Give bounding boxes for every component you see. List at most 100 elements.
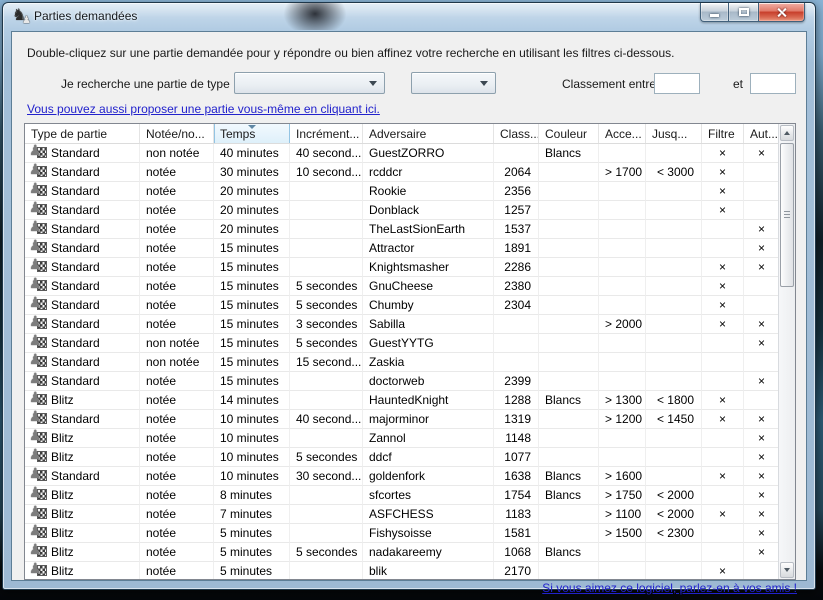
column-header-jusq[interactable]: Jusq... xyxy=(646,124,702,144)
cell-acce xyxy=(599,201,646,220)
cell-class: 2380 xyxy=(494,277,539,296)
table-row[interactable]: ♟Standardnotée15 minutesKnightsmasher228… xyxy=(25,258,778,277)
cell-acce: > 1200 xyxy=(599,410,646,429)
cell-filtre xyxy=(702,220,744,239)
table-row[interactable]: ♟Blitznotée7 minutesASFCHESS1183> 1100< … xyxy=(25,505,778,524)
vertical-scrollbar[interactable] xyxy=(778,124,795,579)
table-row[interactable]: ♟Standardnotée20 minutesTheLastSionEarth… xyxy=(25,220,778,239)
cell-aut xyxy=(744,201,778,220)
cell-class: 2064 xyxy=(494,163,539,182)
game-type-text: Standard xyxy=(51,355,100,369)
table-row[interactable]: ♟Standardnotée10 minutes30 second...gold… xyxy=(25,467,778,486)
scroll-up-button[interactable] xyxy=(780,125,794,141)
table-row[interactable]: ♟Standardnotée15 minutesAttractor1891× xyxy=(25,239,778,258)
cell-temps: 15 minutes xyxy=(214,353,290,372)
table-row[interactable]: ♟Standardnotée15 minutes5 secondesGnuChe… xyxy=(25,277,778,296)
table-row[interactable]: ♟Standardnon notée40 minutes40 second...… xyxy=(25,144,778,163)
pawn-checkerboard-icon: ♟ xyxy=(31,260,48,273)
cell-filtre: × xyxy=(702,182,744,201)
game-type-text: Standard xyxy=(51,279,100,293)
minimize-button[interactable] xyxy=(700,3,729,22)
cell-aut: × xyxy=(744,505,778,524)
pawn-glyph: ♟ xyxy=(29,429,42,442)
column-header-not-e-no[interactable]: Notée/no... xyxy=(140,124,214,144)
cell-not-e-no: notée xyxy=(140,258,214,277)
share-with-friends-link[interactable]: Si vous aimez ce logiciel, parlez-en à v… xyxy=(542,581,797,595)
cell-type-de-partie: ♟Standard xyxy=(25,182,140,201)
table-row[interactable]: ♟Standardnotée15 minutes5 secondesChumby… xyxy=(25,296,778,315)
cell-not-e-no: notée xyxy=(140,182,214,201)
column-header-class[interactable]: Class... xyxy=(494,124,539,144)
triangle-down-icon xyxy=(784,568,790,572)
column-header-adversaire[interactable]: Adversaire xyxy=(363,124,494,144)
table-row[interactable]: ♟Standardnotée30 minutes10 second...rcdd… xyxy=(25,163,778,182)
titlebar[interactable]: ♞ ♟ Parties demandées xyxy=(3,3,815,30)
game-type-combo[interactable] xyxy=(234,72,385,94)
table-row[interactable]: ♟Blitznotée8 minutessfcortes1754Blancs> … xyxy=(25,486,778,505)
pawn-checkerboard-icon: ♟ xyxy=(31,222,48,235)
table-row[interactable]: ♟Standardnotée20 minutesRookie2356× xyxy=(25,182,778,201)
pawn-glyph: ♟ xyxy=(29,258,42,271)
cell-temps: 15 minutes xyxy=(214,277,290,296)
cell-aut xyxy=(744,296,778,315)
cell-type-de-partie: ♟Blitz xyxy=(25,448,140,467)
rating-between-label: Classement entre xyxy=(562,77,656,91)
cell-not-e-no: notée xyxy=(140,410,214,429)
cell-not-e-no: notée xyxy=(140,543,214,562)
cell-temps: 15 minutes xyxy=(214,258,290,277)
maximize-button[interactable] xyxy=(729,3,758,22)
table-row[interactable]: ♟Standardnon notée15 minutes5 secondesGu… xyxy=(25,334,778,353)
cell-temps: 15 minutes xyxy=(214,296,290,315)
column-header-label: Incrément... xyxy=(296,127,359,141)
cell-temps: 10 minutes xyxy=(214,429,290,448)
cell-temps: 5 minutes xyxy=(214,524,290,543)
table-row[interactable]: ♟Blitznotée5 minutesFishysoisse1581> 150… xyxy=(25,524,778,543)
column-header-temps[interactable]: Temps xyxy=(214,124,290,144)
cell-filtre: × xyxy=(702,410,744,429)
column-header-aut[interactable]: Aut... xyxy=(744,124,778,144)
rating-max-input[interactable] xyxy=(750,73,796,94)
table-row[interactable]: ♟Blitznotée5 minutes5 secondesnadakareem… xyxy=(25,543,778,562)
cell-jusq xyxy=(646,562,702,579)
scrollbar-thumb[interactable] xyxy=(780,143,794,287)
column-header-incr-ment[interactable]: Incrément... xyxy=(290,124,363,144)
table-row[interactable]: ♟Blitznotée14 minutesHauntedKnight1288Bl… xyxy=(25,391,778,410)
cell-acce xyxy=(599,562,646,579)
column-header-label: Couleur xyxy=(545,127,587,141)
cell-not-e-no: notée xyxy=(140,486,214,505)
cell-incr-ment xyxy=(290,201,363,220)
cell-aut xyxy=(744,277,778,296)
cell-aut: × xyxy=(744,467,778,486)
cell-type-de-partie: ♟Standard xyxy=(25,467,140,486)
column-header-acce[interactable]: Acce... xyxy=(599,124,646,144)
cell-not-e-no: notée xyxy=(140,315,214,334)
dialog-client-area: Double-cliquez sur une partie demandée p… xyxy=(11,31,807,581)
table-row[interactable]: ♟Blitznotée5 minutesblik2170× xyxy=(25,562,778,579)
window-title: Parties demandées xyxy=(34,9,137,23)
cell-jusq xyxy=(646,353,702,372)
table-row[interactable]: ♟Blitznotée10 minutes5 secondesddcf1077× xyxy=(25,448,778,467)
table-header-row: Type de partieNotée/no...Temps Incrément.… xyxy=(25,124,778,144)
table-row[interactable]: ♟Standardnotée15 minutesdoctorweb2399× xyxy=(25,372,778,391)
cell-not-e-no: notée xyxy=(140,220,214,239)
column-header-type-de-partie[interactable]: Type de partie xyxy=(25,124,140,144)
propose-game-link[interactable]: Vous pouvez aussi proposer une partie vo… xyxy=(27,102,380,116)
close-button[interactable] xyxy=(758,3,805,22)
scrollbar-grip-icon xyxy=(784,211,790,219)
column-header-couleur[interactable]: Couleur xyxy=(539,124,599,144)
game-subtype-combo[interactable] xyxy=(411,72,496,94)
scroll-down-button[interactable] xyxy=(780,562,794,578)
table-row[interactable]: ♟Standardnotée10 minutes40 second...majo… xyxy=(25,410,778,429)
table-row[interactable]: ♟Standardnon notée15 minutes15 second...… xyxy=(25,353,778,372)
column-header-label: Filtre xyxy=(708,127,735,141)
table-row[interactable]: ♟Standardnotée15 minutes3 secondesSabill… xyxy=(25,315,778,334)
cell-adversaire: Chumby xyxy=(363,296,494,315)
cell-filtre: × xyxy=(702,163,744,182)
triangle-up-icon xyxy=(784,131,790,135)
rating-min-input[interactable] xyxy=(654,73,700,94)
column-header-filtre[interactable]: Filtre xyxy=(702,124,744,144)
table-row[interactable]: ♟Standardnotée20 minutesDonblack1257× xyxy=(25,201,778,220)
table-row[interactable]: ♟Blitznotée10 minutesZannol1148× xyxy=(25,429,778,448)
cell-aut: × xyxy=(744,315,778,334)
pawn-checkerboard-icon: ♟ xyxy=(31,412,48,425)
